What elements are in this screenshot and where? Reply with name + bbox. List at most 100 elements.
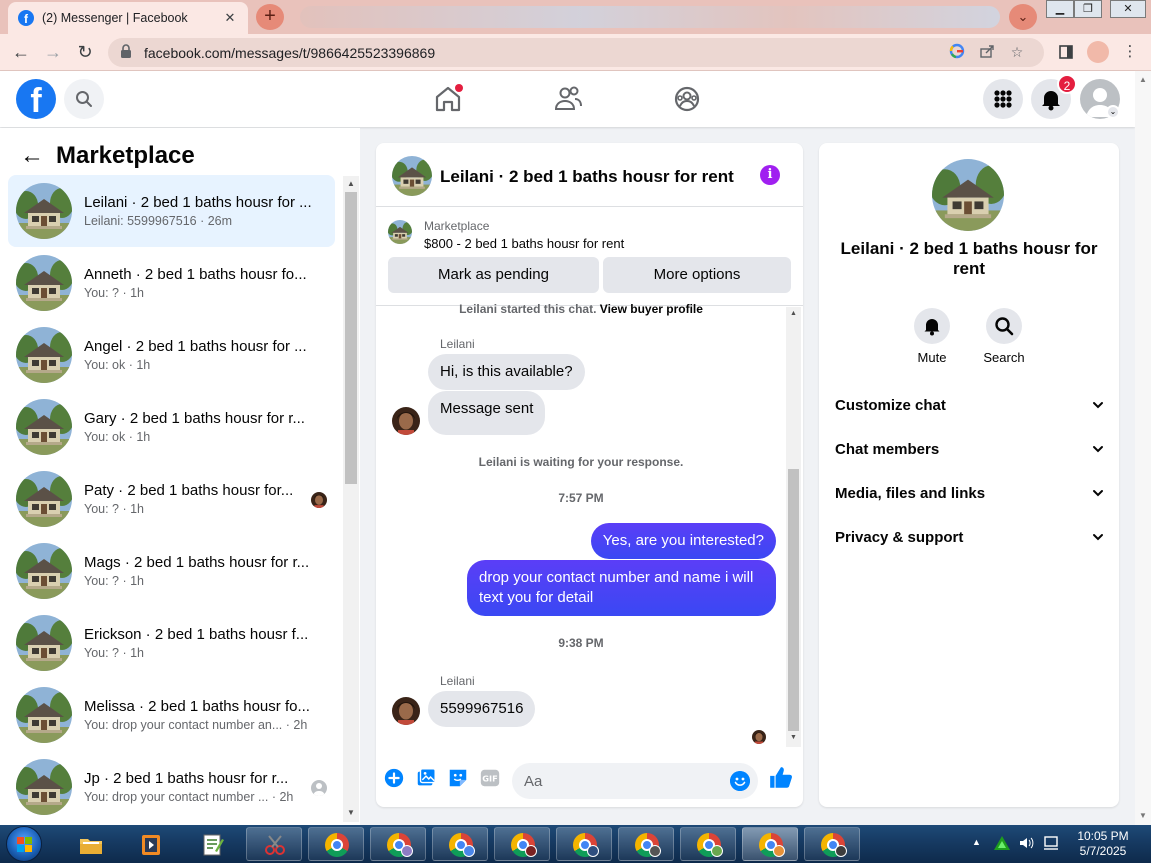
facebook-search-button[interactable] xyxy=(64,79,104,119)
profile-icon[interactable] xyxy=(1085,40,1111,64)
listing-photo[interactable] xyxy=(932,159,1004,231)
conversation-item[interactable]: Anneth · 2 bed 1 baths housr fo... You: ?… xyxy=(8,247,335,319)
restore-button[interactable]: ❐ xyxy=(1074,0,1102,18)
chat-scrollbar[interactable]: ▲ ▼ xyxy=(786,307,801,747)
conversation-item[interactable]: Erickson · 2 bed 1 baths housr f... You: … xyxy=(8,607,335,679)
chrome-taskbar-button[interactable] xyxy=(494,827,550,861)
search-label: Search xyxy=(983,350,1025,365)
browser-tabstrip: f (2) Messenger | Facebook ✕ + ⌄ ▁ ❐ ✕ xyxy=(0,0,1151,34)
page-scrollbar[interactable]: ▲ ▼ xyxy=(1135,71,1151,825)
chat-started-notice: Leilani started this chat. View buyer pr… xyxy=(459,302,703,316)
chat-title[interactable]: Leilani · 2 bed 1 baths housr for rent xyxy=(440,167,734,187)
sender-avatar[interactable] xyxy=(392,407,420,435)
search-in-chat-button[interactable]: Search xyxy=(974,308,1034,365)
gif-icon[interactable]: GIF xyxy=(478,767,502,789)
chrome-taskbar-button[interactable] xyxy=(432,827,488,861)
chat-members-row[interactable]: Chat members xyxy=(835,427,1105,471)
close-window-button[interactable]: ✕ xyxy=(1110,0,1146,18)
tab-close-icon[interactable]: ✕ xyxy=(222,10,238,26)
emoji-icon[interactable] xyxy=(730,771,750,791)
incoming-message[interactable]: Hi, is this available? xyxy=(428,354,585,390)
mark-pending-button[interactable]: Mark as pending xyxy=(388,257,599,293)
customize-chat-row[interactable]: Customize chat xyxy=(835,383,1105,427)
minimize-button[interactable]: ▁ xyxy=(1046,0,1074,18)
more-options-button[interactable]: More options xyxy=(603,257,791,293)
facebook-logo-icon[interactable]: f xyxy=(16,79,56,119)
friends-nav-button[interactable] xyxy=(548,81,588,117)
reload-icon[interactable]: ↻ xyxy=(72,39,98,65)
media-player-taskbar-button[interactable] xyxy=(122,827,178,861)
listing-thumbnail xyxy=(16,543,72,599)
photo-icon[interactable] xyxy=(414,767,438,789)
listing-thumbnail xyxy=(16,399,72,455)
sidebar-scrollbar[interactable]: ▲ ▼ xyxy=(343,176,359,822)
sticker-icon[interactable] xyxy=(446,767,470,789)
chrome-taskbar-button[interactable] xyxy=(370,827,426,861)
profile-badge-icon xyxy=(587,845,599,857)
seen-receipt-avatar xyxy=(311,780,327,796)
notepad-taskbar-button[interactable] xyxy=(184,827,240,861)
tab-search-button[interactable]: ⌄ xyxy=(1009,4,1037,30)
start-button[interactable] xyxy=(6,826,42,862)
incoming-message[interactable]: 5599967516 xyxy=(428,691,536,727)
mute-button[interactable]: Mute xyxy=(902,308,962,365)
home-nav-button[interactable] xyxy=(428,81,468,117)
browser-tab[interactable]: f (2) Messenger | Facebook ✕ xyxy=(8,2,248,34)
share-icon[interactable] xyxy=(972,43,1002,62)
chrome-taskbar-button[interactable] xyxy=(556,827,612,861)
chrome-taskbar-button[interactable] xyxy=(618,827,674,861)
explorer-taskbar-button[interactable] xyxy=(62,827,118,861)
scroll-thumb[interactable] xyxy=(788,469,799,731)
conversation-preview: You: ? · 1h xyxy=(84,286,145,300)
scroll-thumb[interactable] xyxy=(345,192,357,484)
sender-avatar[interactable] xyxy=(392,697,420,725)
listing-thumbnail[interactable] xyxy=(392,156,432,196)
conversation-item[interactable]: Jp · 2 bed 1 baths housr for r... You: dr… xyxy=(8,751,335,823)
outgoing-message[interactable]: Yes, are you interested? xyxy=(590,523,776,559)
view-buyer-profile-link[interactable]: View buyer profile xyxy=(600,302,703,316)
notification-badge: 2 xyxy=(1057,74,1077,94)
new-tab-button[interactable]: + xyxy=(256,4,284,30)
message-input[interactable]: Aa xyxy=(512,763,758,799)
chevron-down-icon xyxy=(1093,446,1103,453)
conversation-item[interactable]: Melissa · 2 bed 1 baths housr fo... You: … xyxy=(8,679,335,751)
conversation-name: Anneth · 2 bed 1 baths housr fo... xyxy=(84,266,307,283)
kebab-menu-icon[interactable]: ⋮ xyxy=(1117,40,1143,64)
conversation-item[interactable]: Paty · 2 bed 1 baths housr for... You: ? … xyxy=(8,463,335,535)
media-files-links-row[interactable]: Media, files and links xyxy=(835,471,1105,515)
google-lens-icon[interactable] xyxy=(942,43,972,62)
chevron-down-icon xyxy=(1093,402,1103,409)
action-center-icon[interactable] xyxy=(1042,835,1060,851)
chrome-taskbar-button-active[interactable] xyxy=(742,827,798,861)
side-panel-icon[interactable] xyxy=(1053,40,1079,64)
mute-label: Mute xyxy=(917,350,947,365)
plus-circle-icon[interactable] xyxy=(382,767,406,789)
volume-icon[interactable] xyxy=(1018,835,1034,851)
privacy-support-row[interactable]: Privacy & support xyxy=(835,515,1105,559)
menu-button[interactable] xyxy=(983,79,1023,119)
chrome-taskbar-button[interactable] xyxy=(804,827,860,861)
conversation-item[interactable]: Gary · 2 bed 1 baths housr for r... You: … xyxy=(8,391,335,463)
incoming-message[interactable]: Message sent xyxy=(428,391,546,435)
back-icon[interactable]: ← xyxy=(8,39,34,65)
bookmark-star-icon[interactable]: ☆ xyxy=(1002,44,1032,61)
snipping-tool-taskbar-button[interactable] xyxy=(246,827,302,861)
chrome-taskbar-button[interactable] xyxy=(308,827,364,861)
network-tray-icon[interactable] xyxy=(993,834,1011,852)
outgoing-message[interactable]: drop your contact number and name i will… xyxy=(467,560,776,616)
back-arrow-icon[interactable]: ← xyxy=(20,142,50,170)
profile-badge-icon xyxy=(463,845,475,857)
chevron-down-icon[interactable]: ⌄ xyxy=(1106,105,1120,119)
conversation-item[interactable]: Angel · 2 bed 1 baths housr for ... You: … xyxy=(8,319,335,391)
conversation-item[interactable]: Mags · 2 bed 1 baths housr for r... You: … xyxy=(8,535,335,607)
conversation-item[interactable]: Leilani · 2 bed 1 baths housr for ... Lei… xyxy=(8,175,335,247)
info-icon[interactable]: i xyxy=(760,165,780,185)
chrome-taskbar-button[interactable] xyxy=(680,827,736,861)
show-hidden-icons-icon[interactable]: ▲ xyxy=(972,837,981,863)
address-bar[interactable]: facebook.com/messages/t/9866425523396869… xyxy=(108,38,1044,67)
timestamp: 9:38 PM xyxy=(558,636,604,650)
groups-nav-button[interactable] xyxy=(667,81,707,117)
thumbs-up-icon[interactable] xyxy=(768,765,794,791)
taskbar-clock[interactable]: 10:05 PM 5/7/2025 xyxy=(1068,829,1138,859)
forward-icon[interactable]: → xyxy=(40,39,66,65)
